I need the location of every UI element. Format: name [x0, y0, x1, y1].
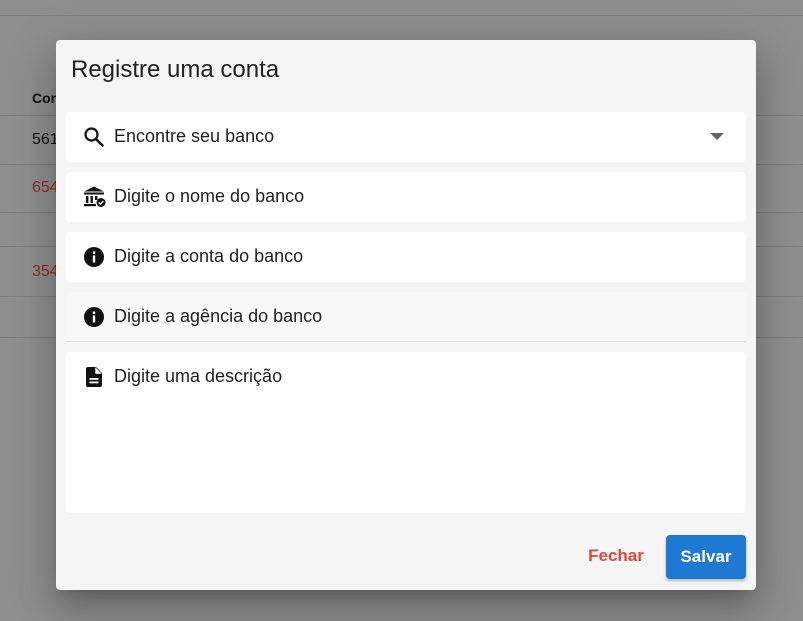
search-icon — [82, 125, 106, 149]
table-divider — [0, 15, 803, 16]
save-button[interactable]: Salvar — [666, 535, 746, 579]
dialog-title: Registre uma conta — [71, 56, 280, 83]
bank-name-placeholder: Digite o nome do banco — [114, 186, 305, 206]
table-cell: 354 — [32, 263, 59, 280]
register-account-dialog: Registre uma conta Encontre seu banco Di… — [56, 40, 756, 590]
info-icon — [82, 305, 106, 329]
close-button[interactable]: Fechar — [581, 536, 651, 576]
info-icon — [82, 245, 106, 269]
bank-search-select[interactable]: Encontre seu banco — [66, 112, 746, 162]
document-icon — [82, 365, 106, 389]
bank-agency-placeholder: Digite a agência do banco — [114, 306, 323, 326]
chevron-down-icon[interactable] — [710, 133, 724, 140]
bank-account-field[interactable]: Digite a conta do banco — [66, 232, 746, 282]
bank-account-placeholder: Digite a conta do banco — [114, 246, 304, 266]
table-cell: 561 — [32, 131, 59, 148]
bank-search-placeholder: Encontre seu banco — [114, 126, 275, 146]
bank-agency-field[interactable]: Digite a agência do banco — [66, 292, 746, 342]
description-textarea[interactable]: Digite uma descrição — [66, 352, 746, 513]
table-cell: 654 — [32, 179, 59, 196]
bank-name-field[interactable]: Digite o nome do banco — [66, 172, 746, 222]
bank-check-icon — [82, 185, 106, 209]
description-placeholder: Digite uma descrição — [114, 366, 283, 386]
